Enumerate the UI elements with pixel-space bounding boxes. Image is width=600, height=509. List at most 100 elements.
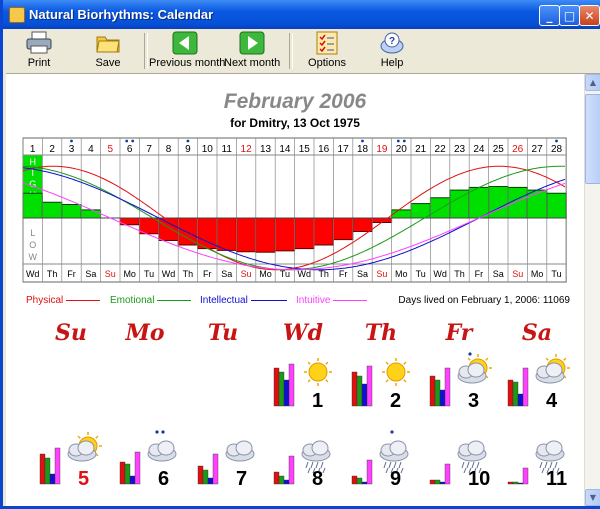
low-letter: O	[29, 240, 36, 250]
bar-day-28	[546, 192, 567, 219]
calendar-day[interactable]: 1	[268, 350, 348, 414]
day-number: 9	[390, 468, 402, 490]
calendar-day[interactable]: 8	[268, 428, 348, 492]
weekday-label: Wd	[26, 269, 40, 279]
day-bar	[49, 473, 56, 485]
day-number: 5	[78, 468, 90, 490]
weekday-label: Sa	[85, 269, 96, 279]
day-bar	[278, 475, 285, 485]
marker-dot	[390, 430, 394, 434]
date-label: 23	[454, 144, 466, 155]
date-label: 12	[241, 144, 253, 155]
weekday-label: Fr	[339, 269, 348, 279]
date-label: 13	[260, 144, 272, 155]
day-bar	[356, 477, 363, 485]
date-label: 20	[396, 144, 408, 155]
marker-dot	[125, 139, 129, 143]
scroll-up-button[interactable]: ▲	[585, 74, 600, 91]
day-bars	[39, 432, 102, 485]
scroll-thumb[interactable]	[585, 94, 600, 184]
weekday-header: Tu	[207, 320, 239, 346]
weekday-label: Tu	[280, 269, 290, 279]
close-button[interactable]: ✕	[579, 5, 600, 26]
marker-dot	[468, 352, 472, 356]
day-bars	[429, 440, 487, 485]
help-icon: ?	[380, 32, 404, 54]
day-bars	[197, 440, 255, 485]
day-bar	[273, 471, 280, 485]
bar-day-24	[468, 186, 490, 219]
date-label: 14	[279, 144, 291, 155]
high-letter: H	[29, 157, 36, 167]
scroll-down-button[interactable]: ▼	[585, 489, 600, 506]
marker-dot	[402, 139, 406, 143]
weekday-label: Tu	[144, 269, 154, 279]
sun-icon	[304, 358, 332, 386]
calendar-day[interactable]: 7	[192, 428, 272, 492]
cloud-icon	[147, 440, 177, 462]
day-number: 3	[468, 390, 480, 412]
calendar-day[interactable]: 6	[114, 428, 194, 492]
minimize-button[interactable]: _	[539, 5, 560, 26]
bar-day-4	[80, 209, 102, 219]
calendar-day[interactable]: 9	[346, 428, 426, 492]
date-label: 3	[69, 144, 75, 155]
print-button[interactable]: Print	[14, 29, 64, 71]
weekday-label: Th	[454, 269, 465, 279]
calendar-day[interactable]: 11	[502, 428, 582, 492]
weekday-label: Fr	[203, 269, 212, 279]
calendar-day[interactable]: 3	[424, 350, 504, 414]
marker-dot	[186, 139, 190, 143]
previous-month-button[interactable]: Previous month	[149, 29, 225, 71]
sun-icon	[382, 358, 410, 386]
app-window: Natural Biorhythms: Calendar _ □ ✕ Print…	[0, 0, 600, 509]
title-bar[interactable]: Natural Biorhythms: Calendar _ □ ✕	[3, 0, 600, 29]
save-button[interactable]: Save	[83, 29, 133, 71]
date-label: 8	[166, 144, 172, 155]
date-label: 28	[551, 144, 563, 155]
window-title: Natural Biorhythms: Calendar	[29, 7, 214, 22]
day-number: 7	[236, 468, 248, 490]
day-bar	[351, 475, 358, 485]
date-label: 6	[127, 144, 133, 155]
day-bar	[44, 457, 51, 485]
day-bar	[212, 453, 219, 485]
date-label: 16	[318, 144, 330, 155]
days-lived-text: Days lived on February 1, 2006: 11069	[398, 295, 570, 306]
weekday-label: Mo	[123, 269, 136, 279]
toolbar-separator	[289, 33, 293, 69]
date-label: 9	[185, 144, 191, 155]
next-month-button[interactable]: Next month	[224, 29, 280, 71]
options-button[interactable]: Options	[304, 29, 350, 71]
day-bar	[434, 379, 441, 407]
calendar-day[interactable]: 4	[502, 350, 582, 414]
weekday-label: Mo	[259, 269, 272, 279]
day-bar	[197, 465, 204, 485]
bar-day-16	[313, 217, 334, 246]
day-bar	[507, 481, 514, 485]
maximize-button[interactable]: □	[559, 5, 580, 26]
partly-cloudy-icon	[67, 432, 102, 462]
bar-day-25	[488, 186, 509, 219]
weekday-header: Th	[364, 320, 398, 346]
bar-day-2	[41, 201, 63, 219]
day-bars	[273, 358, 332, 407]
day-bar	[273, 367, 280, 407]
calendar-day[interactable]: 10	[424, 428, 504, 492]
day-bar	[288, 455, 295, 485]
cloud-icon	[225, 440, 255, 462]
bar-day-12	[235, 217, 257, 253]
calendar-day[interactable]: 5	[34, 428, 114, 492]
day-bar	[366, 459, 373, 485]
help-button[interactable]: ? Help	[372, 29, 412, 71]
date-label: 2	[49, 144, 55, 155]
marker-dot	[70, 139, 73, 143]
weekday-label: Mo	[531, 269, 544, 279]
day-bar	[54, 447, 61, 485]
marker-dot	[155, 430, 159, 434]
vertical-scrollbar[interactable]: ▲ ▼	[584, 74, 600, 506]
weekday-header: Sa	[521, 320, 553, 346]
date-label: 19	[376, 144, 388, 155]
day-bar	[512, 381, 519, 407]
calendar-day[interactable]: 2	[346, 350, 426, 414]
